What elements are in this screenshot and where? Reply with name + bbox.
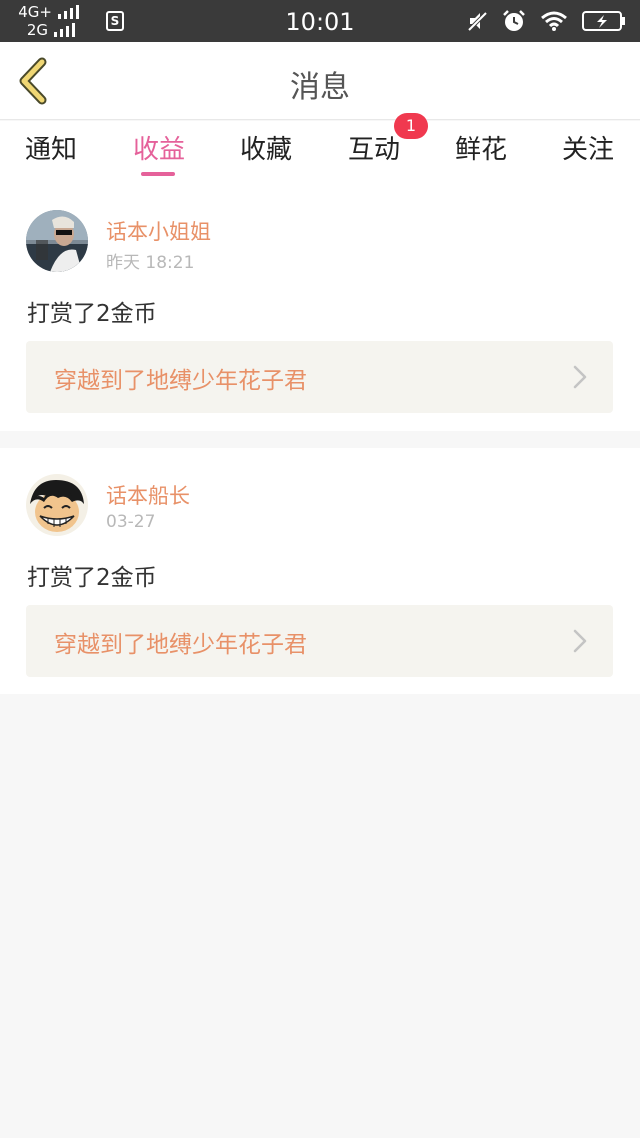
avatar[interactable]	[26, 210, 88, 272]
avatar[interactable]	[26, 474, 88, 536]
mute-icon	[467, 11, 488, 32]
tab-bar: 通知 收益 收藏 互动 1 鲜花 关注	[0, 113, 640, 183]
active-tab-indicator	[141, 172, 175, 176]
alarm-icon	[503, 10, 525, 31]
chevron-right-icon	[573, 629, 587, 653]
message-text: 打赏了2金币	[27, 565, 157, 591]
battery-charging-icon	[582, 11, 625, 31]
message-time: 昨天 18:21	[106, 253, 195, 273]
book-title: 穿越到了地缚少年花子君	[54, 632, 307, 658]
username[interactable]: 话本船长	[106, 480, 190, 510]
book-title: 穿越到了地缚少年花子君	[54, 368, 307, 394]
tab-flowers[interactable]: 鲜花	[431, 129, 531, 166]
header: 消息	[0, 42, 640, 120]
message-time: 03-27	[106, 512, 156, 532]
tab-following[interactable]: 关注	[538, 129, 638, 166]
status-icons	[466, 9, 626, 33]
message-card: 话本船长 03-27 打赏了2金币 穿越到了地缚少年花子君	[0, 448, 640, 694]
book-link[interactable]: 穿越到了地缚少年花子君	[26, 605, 613, 677]
message-card: 话本小姐姐 昨天 18:21 打赏了2金币 穿越到了地缚少年花子君	[0, 183, 640, 431]
book-link[interactable]: 穿越到了地缚少年花子君	[26, 341, 613, 413]
tab-earnings[interactable]: 收益	[109, 129, 209, 166]
chevron-right-icon	[573, 365, 587, 389]
username[interactable]: 话本小姐姐	[106, 216, 211, 246]
interaction-badge: 1	[394, 113, 428, 139]
page-title: 消息	[290, 70, 350, 105]
tab-notifications[interactable]: 通知	[1, 129, 101, 166]
wifi-icon	[541, 11, 567, 31]
tab-favorites[interactable]: 收藏	[216, 129, 316, 166]
status-bar: 4G+ 2G S 10:01	[0, 0, 640, 42]
message-text: 打赏了2金币	[27, 301, 157, 327]
